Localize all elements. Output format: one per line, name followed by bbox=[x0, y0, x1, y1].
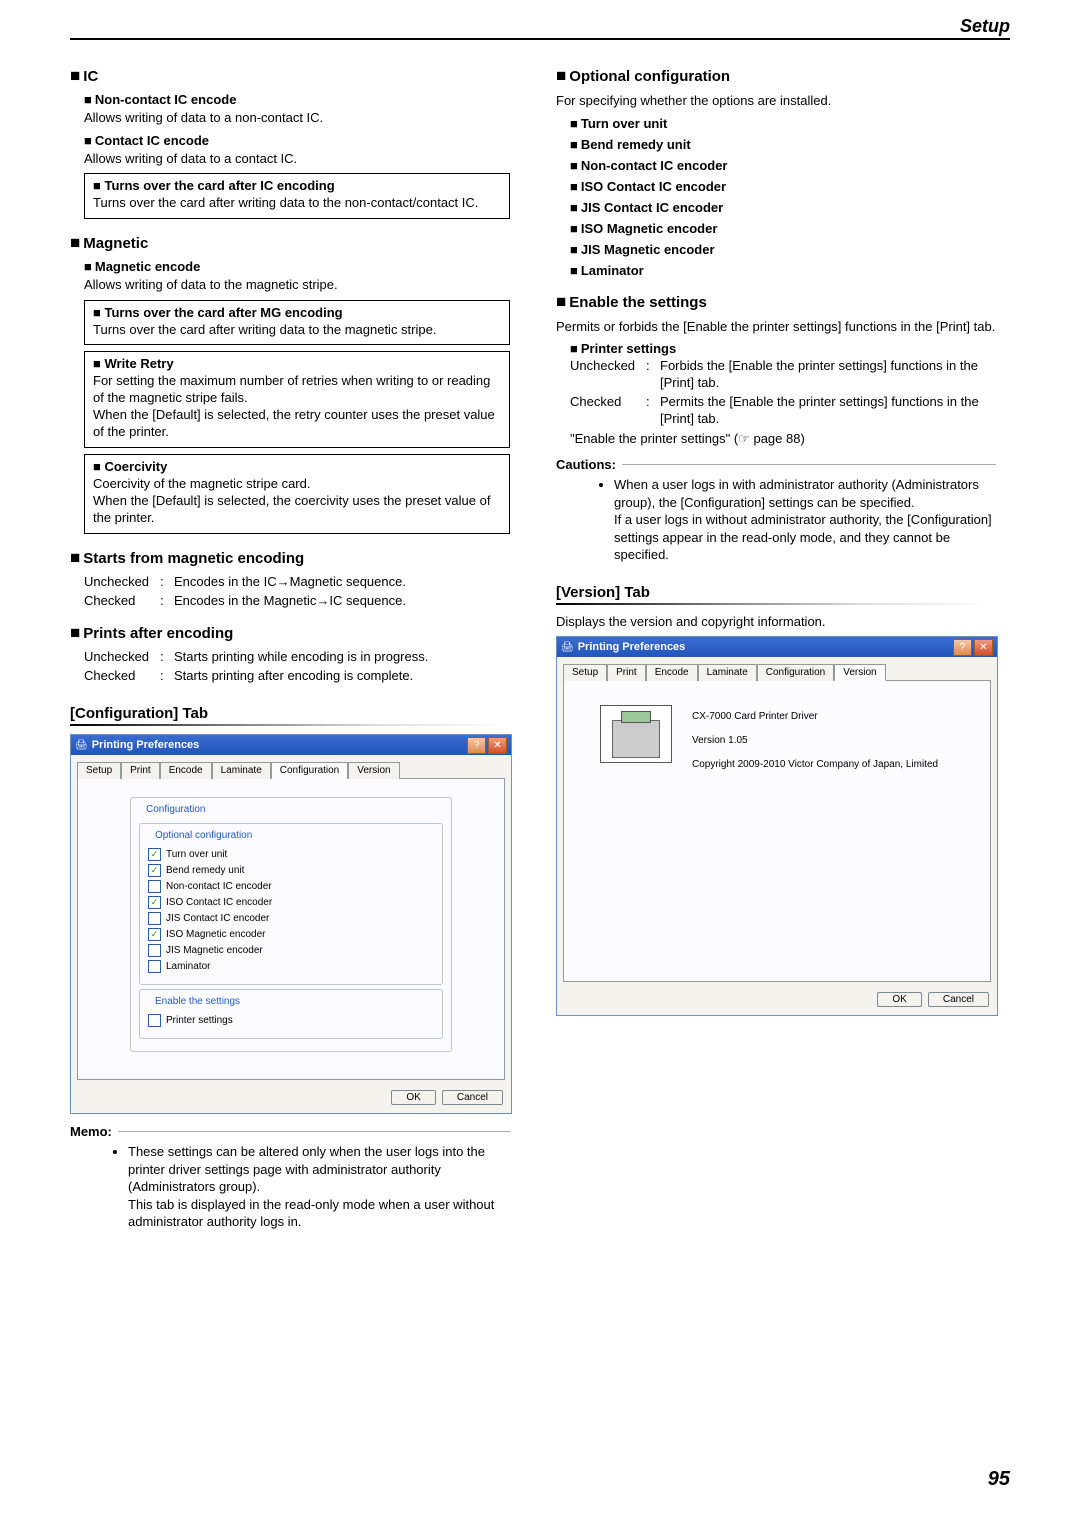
tab-version[interactable]: Version bbox=[834, 664, 885, 681]
version-dialog: 🖨Printing Preferences ? ✕ SetupPrintEnco… bbox=[556, 636, 998, 1016]
dialog-tabs: SetupPrintEncodeLaminateConfigurationVer… bbox=[557, 657, 997, 680]
dialog-pane: CX-7000 Card Printer Driver Version 1.05… bbox=[563, 680, 991, 982]
tab-version[interactable]: Version bbox=[348, 762, 399, 779]
turn-over-mg-box: ■ Turns over the card after MG encoding … bbox=[84, 300, 510, 346]
write-retry-box: ■ Write Retry For setting the maximum nu… bbox=[84, 351, 510, 448]
dialog-pane: Configuration Optional configuration ✓Tu… bbox=[77, 778, 505, 1080]
enable-ref: "Enable the printer settings" (☞ page 88… bbox=[570, 430, 996, 448]
ok-button[interactable]: OK bbox=[877, 992, 921, 1007]
close-button[interactable]: ✕ bbox=[974, 639, 993, 656]
tab-print[interactable]: Print bbox=[607, 664, 646, 681]
printer-image bbox=[600, 705, 672, 763]
checkbox-iso-magnetic-encoder[interactable]: ✓ISO Magnetic encoder bbox=[148, 928, 434, 941]
printer-icon: 🖨 bbox=[561, 642, 574, 653]
dialog-titlebar: 🖨Printing Preferences ? ✕ bbox=[557, 637, 997, 657]
cautions-header: Cautions: bbox=[556, 457, 996, 472]
ic-heading: ■IC bbox=[70, 66, 510, 86]
optional-item: ■ISO Contact IC encoder bbox=[570, 179, 996, 194]
optional-item: ■ISO Magnetic encoder bbox=[570, 221, 996, 236]
driver-name: CX-7000 Card Printer Driver bbox=[692, 705, 938, 729]
checkbox-turn-over-unit[interactable]: ✓Turn over unit bbox=[148, 848, 434, 861]
checkbox-bend-remedy-unit[interactable]: ✓Bend remedy unit bbox=[148, 864, 434, 877]
enable-unchecked-row: Unchecked:Forbids the [Enable the printe… bbox=[570, 358, 996, 392]
memo-body: These settings can be altered only when … bbox=[82, 1143, 510, 1231]
optional-item: ■Bend remedy unit bbox=[570, 137, 996, 152]
prints-checked-row: Checked:Starts printing after encoding i… bbox=[84, 668, 510, 685]
tab-laminate[interactable]: Laminate bbox=[212, 762, 271, 779]
cautions-body: When a user logs in with administrator a… bbox=[568, 476, 996, 564]
tab-setup[interactable]: Setup bbox=[77, 762, 121, 779]
turn-over-ic-box: ■ Turns over the card after IC encoding … bbox=[84, 173, 510, 219]
driver-copyright: Copyright 2009-2010 Victor Company of Ja… bbox=[692, 753, 938, 777]
tab-setup[interactable]: Setup bbox=[563, 664, 607, 681]
noncontact-ic-heading: ■Non-contact IC encode bbox=[84, 92, 510, 107]
contact-ic-heading: ■Contact IC encode bbox=[84, 133, 510, 148]
magnetic-encode-heading: ■Magnetic encode bbox=[84, 259, 510, 274]
prints-unchecked-row: Unchecked:Starts printing while encoding… bbox=[84, 649, 510, 666]
optional-item: ■Laminator bbox=[570, 263, 996, 278]
optional-item: ■Non-contact IC encoder bbox=[570, 158, 996, 173]
checkbox-jis-contact-ic-encoder[interactable]: JIS Contact IC encoder bbox=[148, 912, 434, 925]
driver-version: Version 1.05 bbox=[692, 729, 938, 753]
tab-configuration[interactable]: Configuration bbox=[757, 664, 834, 681]
enable-settings-heading: ■Enable the settings bbox=[556, 292, 996, 312]
optional-item: ■Turn over unit bbox=[570, 116, 996, 131]
checkbox-iso-contact-ic-encoder[interactable]: ✓ISO Contact IC encoder bbox=[148, 896, 434, 909]
cancel-button[interactable]: Cancel bbox=[442, 1090, 503, 1105]
magnetic-encode-desc: Allows writing of data to the magnetic s… bbox=[84, 276, 510, 294]
left-column: ■IC ■Non-contact IC encode Allows writin… bbox=[70, 52, 510, 1231]
config-dialog: 🖨Printing Preferences ? ✕ SetupPrintEnco… bbox=[70, 734, 512, 1114]
enable-settings-group: Enable the settings bbox=[152, 996, 243, 1007]
tab-encode[interactable]: Encode bbox=[646, 664, 698, 681]
dialog-tabs: SetupPrintEncodeLaminateConfigurationVer… bbox=[71, 755, 511, 778]
dialog-titlebar: 🖨Printing Preferences ? ✕ bbox=[71, 735, 511, 755]
optional-config-desc: For specifying whether the options are i… bbox=[556, 92, 996, 110]
tab-configuration[interactable]: Configuration bbox=[271, 762, 348, 779]
optional-config-heading: ■Optional configuration bbox=[556, 66, 996, 86]
version-tab-title: [Version] Tab bbox=[556, 584, 996, 601]
printer-settings-checkbox[interactable]: Printer settings bbox=[148, 1014, 434, 1027]
checkbox-laminator[interactable]: Laminator bbox=[148, 960, 434, 973]
config-tab-title: [Configuration] Tab bbox=[70, 705, 510, 722]
printer-icon: 🖨 bbox=[75, 740, 88, 751]
tab-encode[interactable]: Encode bbox=[160, 762, 212, 779]
coercivity-box: ■ Coercivity Coercivity of the magnetic … bbox=[84, 454, 510, 534]
version-tab-desc: Displays the version and copyright infor… bbox=[556, 613, 996, 631]
rule bbox=[70, 724, 510, 726]
cancel-button[interactable]: Cancel bbox=[928, 992, 989, 1007]
enable-settings-desc: Permits or forbids the [Enable the print… bbox=[556, 318, 996, 336]
ok-button[interactable]: OK bbox=[391, 1090, 435, 1105]
optional-item: ■JIS Magnetic encoder bbox=[570, 242, 996, 257]
help-button[interactable]: ? bbox=[953, 639, 972, 656]
optional-config-group: Optional configuration bbox=[152, 830, 255, 841]
starts-checked-row: Checked:Encodes in the Magnetic→IC seque… bbox=[84, 593, 510, 610]
starts-from-heading: ■Starts from magnetic encoding bbox=[70, 548, 510, 568]
checkbox-non-contact-ic-encoder[interactable]: Non-contact IC encoder bbox=[148, 880, 434, 893]
magnetic-heading: ■Magnetic bbox=[70, 233, 510, 253]
page-number: 95 bbox=[988, 1468, 1010, 1491]
close-button[interactable]: ✕ bbox=[488, 737, 507, 754]
contact-ic-desc: Allows writing of data to a contact IC. bbox=[84, 150, 510, 168]
help-button[interactable]: ? bbox=[467, 737, 486, 754]
prints-after-heading: ■Prints after encoding bbox=[70, 623, 510, 643]
tab-laminate[interactable]: Laminate bbox=[698, 664, 757, 681]
printer-settings-heading: ■Printer settings bbox=[570, 341, 996, 356]
memo-header: Memo: bbox=[70, 1124, 510, 1139]
rule bbox=[556, 603, 996, 605]
checkbox-jis-magnetic-encoder[interactable]: JIS Magnetic encoder bbox=[148, 944, 434, 957]
enable-checked-row: Checked:Permits the [Enable the printer … bbox=[570, 394, 996, 428]
right-column: ■Optional configuration For specifying w… bbox=[556, 52, 996, 1231]
config-group: Configuration bbox=[143, 804, 208, 815]
page-header: Setup bbox=[960, 16, 1010, 37]
optional-item: ■JIS Contact IC encoder bbox=[570, 200, 996, 215]
noncontact-ic-desc: Allows writing of data to a non-contact … bbox=[84, 109, 510, 127]
starts-unchecked-row: Unchecked:Encodes in the IC→Magnetic seq… bbox=[84, 574, 510, 591]
tab-print[interactable]: Print bbox=[121, 762, 160, 779]
